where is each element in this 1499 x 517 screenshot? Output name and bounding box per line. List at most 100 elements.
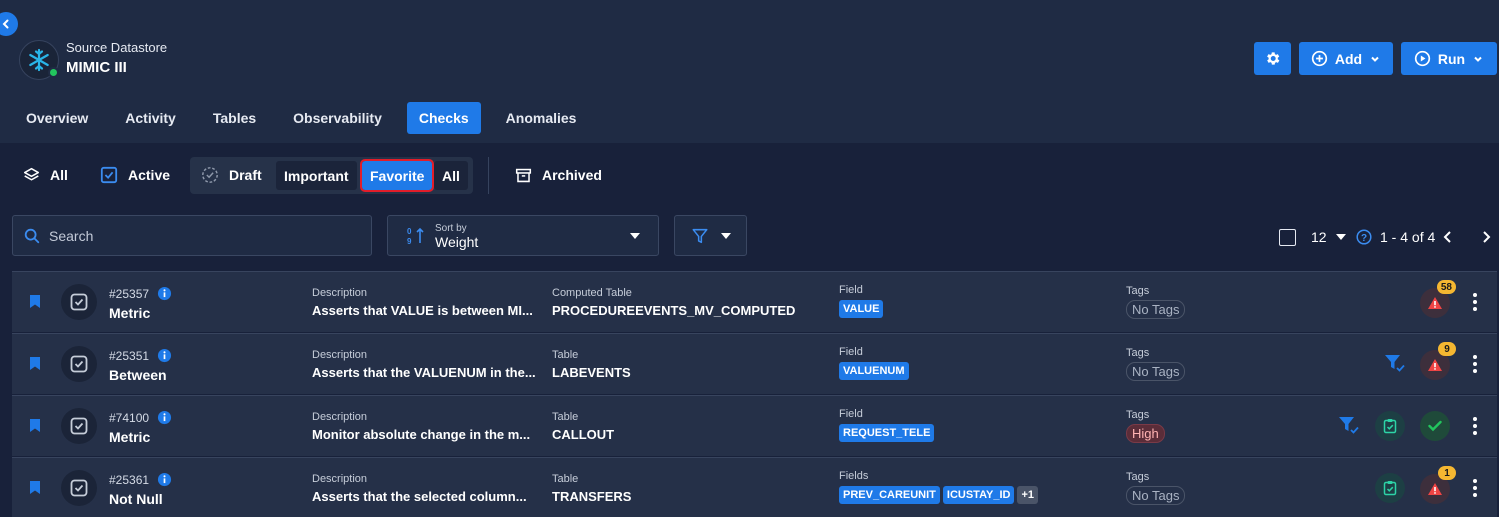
row-menu-icon[interactable] [1473,417,1477,435]
row-menu-icon[interactable] [1473,479,1477,497]
sort-value: Weight [435,234,479,250]
clipboard-check-icon [1383,481,1397,496]
check-row[interactable]: #25357 Metric Description Asserts that V… [12,271,1497,332]
filter-active[interactable]: Active [100,157,170,193]
run-button[interactable]: Run [1401,42,1497,75]
select-all-checkbox[interactable] [1279,229,1296,246]
check-row[interactable]: #74100 Metric Description Monitor absolu… [12,395,1497,456]
datastore-logo [19,40,59,80]
table-value: CALLOUT [552,427,615,442]
svg-text:?: ? [1361,233,1367,244]
table-label: Table [552,473,579,485]
anomaly-button[interactable]: 58 [1420,280,1456,318]
field-chip: ICUSTAY_ID [942,486,1015,504]
filter-all-drafts[interactable]: All [434,161,468,190]
tags-label: Tags [1126,285,1150,297]
info-icon[interactable] [157,472,172,487]
check-id-wrap: #25361 [109,472,172,487]
filter-archived[interactable]: Archived [515,157,602,193]
caret-down-icon [1335,234,1346,240]
advanced-filter-button[interactable] [674,215,747,256]
check-type-icon [61,408,97,444]
tab-tables[interactable]: Tables [201,102,268,134]
caret-down-icon [630,233,640,239]
clipboard-check-button[interactable] [1375,473,1405,503]
search-box[interactable] [12,215,372,256]
filter-archived-label: Archived [542,167,602,183]
clipboard-check-button[interactable] [1375,411,1405,441]
tags-label: Tags [1126,409,1150,421]
settings-button[interactable] [1254,42,1291,75]
tab-anomalies[interactable]: Anomalies [494,102,589,134]
collapse-sidebar-button[interactable] [0,12,18,36]
page-size-value: 12 [1311,229,1327,245]
chevron-right-icon[interactable] [1480,230,1492,244]
bookmark-icon[interactable] [29,418,41,433]
row-menu-icon[interactable] [1473,293,1477,311]
row-menu-icon[interactable] [1473,355,1477,373]
field-chips: REQUEST_TELE [839,423,937,442]
warning-triangle-icon [1428,359,1442,371]
filter-draft-label: Draft [229,167,262,183]
search-input[interactable] [49,227,349,244]
bookmark-icon[interactable] [29,294,41,309]
info-icon[interactable] [157,286,172,301]
status-online-dot [48,67,59,78]
svg-text:9: 9 [407,237,412,246]
table-label: Table [552,411,579,423]
info-icon[interactable] [157,348,172,363]
field-chip: REQUEST_TELE [839,424,935,442]
bookmark-icon[interactable] [29,480,41,495]
tab-checks[interactable]: Checks [406,102,481,134]
anomaly-count-badge: 1 [1438,466,1456,480]
tag-pill: No Tags [1126,300,1186,319]
check-row[interactable]: #25351 Between Description Asserts that … [12,333,1497,394]
warning-triangle-icon [1428,483,1442,495]
description-label: Description [312,411,368,423]
tag-pill: High [1126,424,1165,443]
sort-select[interactable]: 09 Sort by Weight [387,215,659,256]
check-type-icon [61,470,97,506]
clipboard-check-icon [1383,419,1397,434]
description-label: Description [312,349,368,361]
filter-all[interactable]: All [23,157,68,193]
sort-numeric-icon: 09 [407,227,424,246]
datastore-tabs: Overview Activity Tables Observability C… [14,102,601,134]
anomaly-button[interactable]: 9 [1420,342,1456,380]
run-button-label: Run [1437,50,1466,67]
help-icon[interactable]: ? [1356,229,1372,245]
anomaly-button[interactable]: 1 [1420,466,1456,504]
check-row[interactable]: #25361 Not Null Description Asserts that… [12,457,1497,517]
tab-observability[interactable]: Observability [281,102,394,134]
add-button[interactable]: Add [1299,42,1393,75]
filter-check-icon [1339,417,1359,434]
warning-triangle-icon [1428,297,1442,309]
check-type: Not Null [109,491,163,507]
filter-icon [691,228,708,243]
filter-favorite[interactable]: Favorite [359,159,435,192]
checkbox-checked-icon [100,166,118,184]
table-label: Computed Table [552,287,632,299]
info-icon[interactable] [157,410,172,425]
filter-all-label: All [50,167,68,183]
filter-draft[interactable]: Draft [201,157,262,193]
anomaly-count-badge: 58 [1436,280,1456,294]
check-id-wrap: #74100 [109,410,172,425]
table-value: PROCEDUREEVENTS_MV_COMPUTED [552,303,796,318]
description-value: Asserts that VALUE is between MI... [312,303,533,318]
page-size-select[interactable]: 12 [1311,226,1346,248]
filter-important[interactable]: Important [276,161,357,190]
tags-label: Tags [1126,347,1150,359]
passed-status-button[interactable] [1420,411,1450,441]
description-value: Asserts that the VALUENUM in the... [312,365,536,380]
more-fields-chip[interactable]: +1 [1017,486,1039,504]
tab-activity[interactable]: Activity [113,102,188,134]
filter-active-label: Active [128,167,171,183]
check-mark-icon [1428,420,1442,432]
tab-overview[interactable]: Overview [14,102,100,134]
field-chip: PREV_CAREUNIT [839,486,940,504]
datastore-type-label: Source Datastore [66,40,168,55]
bookmark-icon[interactable] [29,356,41,371]
snowflake-icon [29,48,49,72]
chevron-left-icon[interactable] [1442,230,1454,244]
